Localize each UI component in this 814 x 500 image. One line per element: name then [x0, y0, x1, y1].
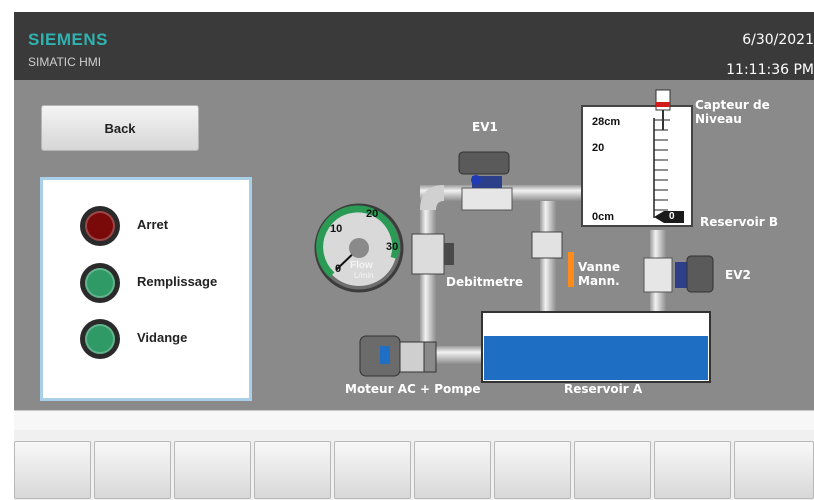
flowmeter-sensor	[411, 233, 454, 275]
reservoir-a-label: Reservoir A	[564, 382, 643, 396]
ev2-label: EV2	[725, 268, 751, 282]
function-key-6[interactable]	[414, 441, 491, 499]
function-key-9[interactable]	[654, 441, 731, 499]
level-sensor-label-line2: Niveau	[695, 112, 742, 126]
reservoir-a-tank	[481, 311, 711, 383]
level-sensor-label-line1: Capteur de	[695, 98, 770, 112]
motor-pump-label: Moteur AC + Pompe	[345, 382, 481, 396]
process-diagram	[314, 89, 714, 383]
ev1-label: EV1	[472, 120, 498, 134]
process-area: Back Arret Remplissage Vidange EV1 Capte…	[14, 80, 814, 410]
function-key-2[interactable]	[94, 441, 171, 499]
motor-pump	[359, 335, 437, 377]
function-key-bar	[14, 430, 814, 500]
level-value: 0	[669, 211, 675, 222]
function-key-8[interactable]	[574, 441, 651, 499]
manual-valve-label-line1: Vanne	[578, 260, 620, 274]
function-key-3[interactable]	[174, 441, 251, 499]
hmi-screen: SIEMENS SIMATIC HMI 6/30/2021 11:11:36 P…	[0, 0, 814, 500]
message-strip	[14, 410, 814, 432]
level-tick-20: 20	[592, 142, 605, 154]
function-key-1[interactable]	[14, 441, 91, 499]
function-key-10[interactable]	[734, 441, 814, 499]
date-display: 6/30/2021	[742, 32, 814, 48]
gauge-tick-10: 10	[330, 223, 343, 235]
function-key-5[interactable]	[334, 441, 411, 499]
ev1-solenoid-valve[interactable]	[458, 151, 513, 211]
reservoir-b-label: Reservoir B	[700, 215, 778, 229]
manual-valve-label-line2: Mann.	[578, 274, 620, 288]
product-name: SIMATIC HMI	[28, 55, 102, 69]
level-tick-0: 0cm	[592, 211, 615, 223]
header-bar: SIEMENS SIMATIC HMI 6/30/2021 11:11:36 P…	[14, 12, 814, 80]
flowmeter-label: Debitmetre	[446, 275, 523, 289]
function-key-7[interactable]	[494, 441, 571, 499]
gauge-tick-30: 30	[386, 241, 399, 253]
gauge-tick-20: 20	[366, 208, 379, 220]
gauge-title: Flow	[350, 260, 373, 271]
ev2-solenoid-valve[interactable]	[643, 255, 714, 293]
brand-logo: SIEMENS	[28, 30, 109, 49]
gauge-unit: L/min	[354, 271, 374, 280]
level-tick-28: 28cm	[592, 116, 621, 128]
function-key-4[interactable]	[254, 441, 331, 499]
gauge-tick-0: 0	[335, 263, 342, 275]
time-display: 11:11:36 PM	[726, 62, 814, 78]
